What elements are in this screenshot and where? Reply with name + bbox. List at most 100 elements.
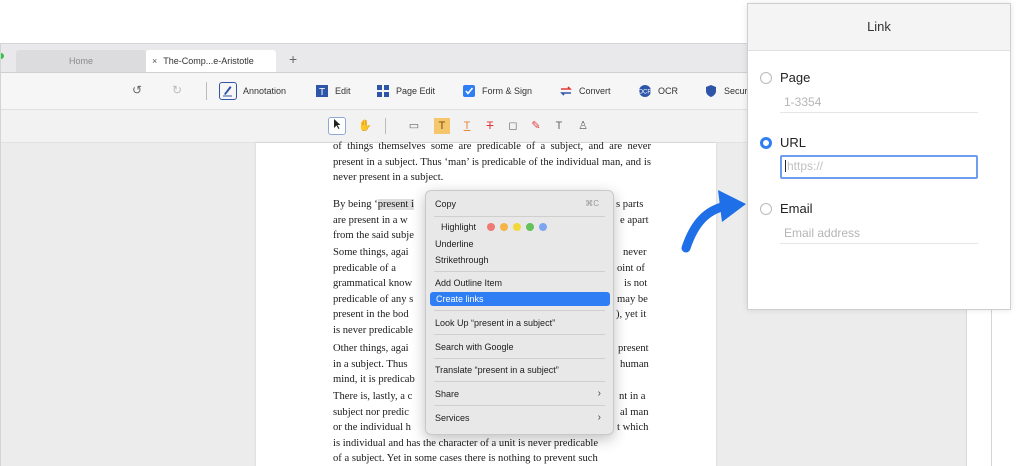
text-caret <box>785 160 786 172</box>
highlight-color-green[interactable] <box>525 223 534 231</box>
edit-text-icon: T <box>315 84 329 98</box>
menu-separator <box>434 334 605 335</box>
subtoolbar-divider <box>385 118 386 134</box>
menu-item-add-outline[interactable]: Add Outline Item <box>435 276 502 290</box>
comment-icon[interactable]: ▭ <box>406 118 422 134</box>
page-edit-button[interactable]: Page Edit <box>376 82 435 100</box>
dialog-title: Link <box>748 4 1010 51</box>
menu-item-create-links[interactable]: Create links <box>430 292 610 306</box>
highlight-color-yellow[interactable] <box>512 223 521 231</box>
text-fragment: never <box>623 247 647 258</box>
annotation-icon <box>219 82 237 100</box>
submenu-chevron-icon: › <box>597 412 601 423</box>
form-sign-button[interactable]: Form & Sign <box>462 82 532 100</box>
text-fragment: from the said subje <box>333 230 414 242</box>
submenu-chevron-icon: › <box>597 388 601 399</box>
select-cursor-icon[interactable] <box>328 117 346 135</box>
share-label: Share <box>435 389 460 399</box>
text-fragment: s parts <box>616 199 644 210</box>
svg-text:T: T <box>319 87 325 98</box>
menu-item-strikethrough[interactable]: Strikethrough <box>435 253 489 267</box>
text-fragment: nt in a <box>619 391 646 402</box>
menu-item-translate[interactable]: Translate “present in a subject” <box>435 363 559 377</box>
page-radio[interactable] <box>760 72 772 84</box>
url-placeholder: https:// <box>787 159 824 173</box>
menu-item-highlight[interactable]: Highlight <box>441 220 547 234</box>
text-fragment: are present in a w <box>333 214 408 226</box>
menu-separator <box>434 216 605 217</box>
text-fragment: ), yet it <box>616 309 647 321</box>
menu-item-look-up[interactable]: Look Up “present in a subject” <box>435 316 555 330</box>
ocr-button[interactable]: OCR OCR <box>638 82 678 100</box>
shape-icon[interactable]: ◻ <box>505 118 521 134</box>
tab-document-label: The-Comp...e-Aristotle <box>163 56 254 66</box>
highlight-text-icon[interactable]: T <box>434 118 450 134</box>
menu-item-search-google[interactable]: Search with Google <box>435 340 514 354</box>
edit-button[interactable]: T Edit <box>315 82 351 100</box>
menu-separator <box>434 310 605 311</box>
text-fragment: present <box>618 343 649 354</box>
security-label: Secur <box>724 86 748 96</box>
page-number-input[interactable]: 1-3354 <box>780 91 978 113</box>
email-radio[interactable] <box>760 203 772 215</box>
text-fragment: human <box>620 358 649 370</box>
page-edit-label: Page Edit <box>396 86 436 96</box>
copy-label: Copy <box>435 199 457 209</box>
convert-arrows-icon <box>559 84 573 98</box>
text-line: is individual and has the character of a… <box>333 437 599 449</box>
tab-document[interactable]: × The-Comp...e-Aristotle <box>146 50 276 72</box>
tab-home[interactable]: Home <box>16 50 146 72</box>
text-fragment: is not <box>624 278 648 290</box>
link-dialog: Link Page 1-3354 URL https:// Email Emai… <box>747 3 1011 310</box>
undo-button[interactable]: ↺ <box>132 83 142 97</box>
menu-item-underline[interactable]: Underline <box>435 237 474 251</box>
email-input[interactable]: Email address <box>780 222 978 244</box>
toolbar-divider <box>206 82 207 100</box>
menu-separator <box>434 405 605 406</box>
highlight-color-orange[interactable] <box>499 223 508 231</box>
text-fragment: in a subject. Thus <box>333 358 408 370</box>
menu-separator <box>434 358 605 359</box>
pencil-icon[interactable]: ✎ <box>528 118 544 134</box>
page-grid-icon <box>376 84 390 98</box>
text-fragment: Some things, agai <box>333 247 409 258</box>
url-radio-label: URL <box>780 135 807 150</box>
underline-icon[interactable]: T <box>459 118 475 134</box>
menu-item-copy[interactable]: Copy ⌘C <box>435 197 605 211</box>
text-fragment: al man <box>620 406 649 418</box>
text-fragment: By being ‘ <box>333 199 378 210</box>
text-fragment: predicable of any s <box>333 293 414 305</box>
services-label: Services <box>435 413 470 423</box>
text-fragment: is never predicable <box>333 324 414 336</box>
strikethrough-icon[interactable]: T <box>482 118 498 134</box>
text-fragment: predicable of a <box>333 262 396 274</box>
security-button[interactable]: Secur <box>704 82 748 100</box>
url-radio[interactable] <box>760 137 772 149</box>
menu-item-share[interactable]: Share › <box>435 387 605 401</box>
new-tab-button[interactable]: + <box>289 51 297 67</box>
menu-item-services[interactable]: Services › <box>435 411 605 425</box>
highlight-label: Highlight <box>441 222 477 232</box>
hand-icon[interactable]: ✋ <box>357 118 373 134</box>
convert-button[interactable]: Convert <box>559 82 611 100</box>
stamp-icon[interactable]: ♙ <box>575 118 591 134</box>
text-fragment: or the individual h <box>333 422 411 434</box>
url-input[interactable]: https:// <box>780 155 978 179</box>
ocr-icon: OCR <box>638 84 652 98</box>
tab-close-icon[interactable]: × <box>152 56 157 66</box>
text-box-icon[interactable]: T <box>551 118 567 134</box>
menu-separator <box>434 271 605 272</box>
highlight-color-red[interactable] <box>486 223 495 231</box>
highlight-color-blue[interactable] <box>538 223 547 231</box>
page-radio-label: Page <box>780 70 811 85</box>
redo-button[interactable]: ↻ <box>172 83 182 97</box>
annotation-label: Annotation <box>243 86 287 96</box>
menu-separator <box>434 381 605 382</box>
window-control-dot[interactable] <box>1 53 4 59</box>
text-fragment: t which <box>617 422 649 434</box>
selected-text[interactable]: present i <box>377 199 414 210</box>
shield-icon <box>704 84 718 98</box>
ocr-label: OCR <box>658 86 678 96</box>
email-radio-label: Email <box>780 201 813 216</box>
annotation-button[interactable]: Annotation <box>219 82 286 100</box>
